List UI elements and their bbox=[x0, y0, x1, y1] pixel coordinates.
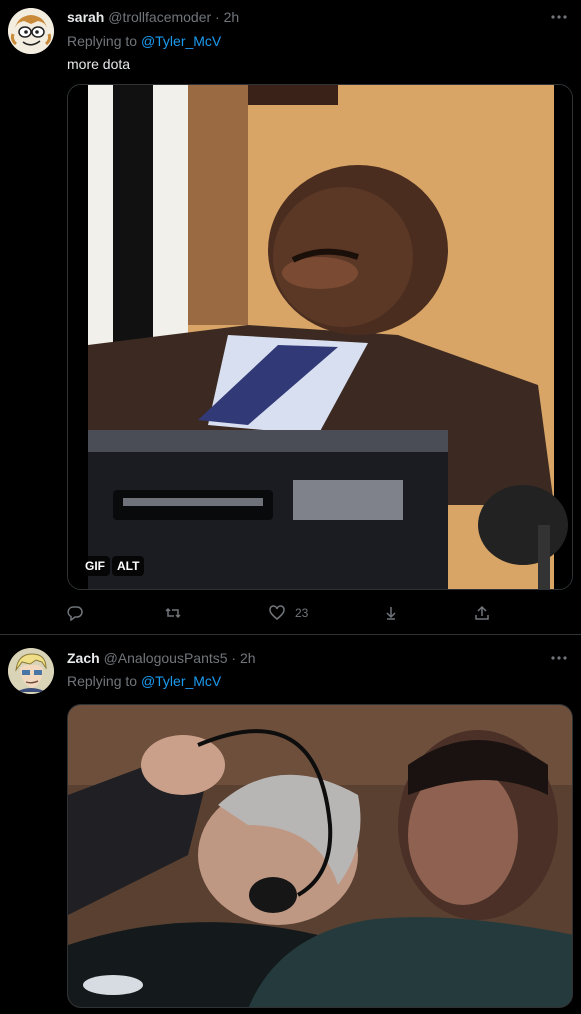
avatar[interactable] bbox=[8, 8, 54, 54]
like-button[interactable]: 23 bbox=[269, 602, 308, 624]
gif-media[interactable] bbox=[67, 84, 573, 590]
download-icon bbox=[386, 607, 396, 620]
tweet-header: sarah @trollfacemoder · 2h bbox=[67, 8, 239, 26]
mention-link[interactable]: @Tyler_McV bbox=[141, 673, 221, 689]
tweet-text: more dota bbox=[67, 56, 131, 72]
more-icon[interactable] bbox=[549, 10, 569, 24]
retweet-icon bbox=[165, 607, 181, 619]
like-icon bbox=[269, 605, 285, 620]
more-icon[interactable] bbox=[549, 651, 569, 665]
download-button[interactable] bbox=[383, 602, 399, 624]
tweet[interactable]: sarah @trollfacemoder · 2h Replying to @… bbox=[0, 0, 581, 635]
gif-image bbox=[68, 85, 572, 589]
replying-prefix: Replying to bbox=[67, 673, 141, 689]
tweet-header: Zach @AnalogousPants5 · 2h bbox=[67, 649, 256, 667]
alt-badge[interactable]: ALT bbox=[112, 556, 145, 576]
handle[interactable]: @AnalogousPants5 bbox=[104, 650, 228, 666]
separator: · bbox=[227, 650, 240, 666]
separator: · bbox=[211, 9, 224, 25]
tweet[interactable]: Zach @AnalogousPants5 · 2h Replying to @… bbox=[0, 636, 581, 1014]
gif-badge: GIF bbox=[80, 556, 110, 576]
replying-to: Replying to @Tyler_McV bbox=[67, 32, 221, 50]
display-name[interactable]: Zach bbox=[67, 650, 100, 666]
share-button[interactable] bbox=[474, 602, 490, 624]
mention-link[interactable]: @Tyler_McV bbox=[141, 33, 221, 49]
action-bar: 23 bbox=[67, 602, 537, 624]
avatar[interactable] bbox=[8, 648, 54, 694]
retweet-button[interactable] bbox=[165, 602, 191, 624]
share-icon bbox=[475, 605, 489, 620]
timestamp[interactable]: 2h bbox=[240, 650, 256, 666]
tweet-image bbox=[68, 705, 572, 1007]
like-count: 23 bbox=[295, 606, 309, 620]
reply-button[interactable] bbox=[67, 602, 93, 624]
replying-to: Replying to @Tyler_McV bbox=[67, 672, 221, 690]
reply-icon bbox=[67, 606, 83, 621]
handle[interactable]: @trollfacemoder bbox=[108, 9, 211, 25]
image-media[interactable] bbox=[67, 704, 573, 1008]
display-name[interactable]: sarah bbox=[67, 9, 104, 25]
replying-prefix: Replying to bbox=[67, 33, 141, 49]
timestamp[interactable]: 2h bbox=[224, 9, 240, 25]
